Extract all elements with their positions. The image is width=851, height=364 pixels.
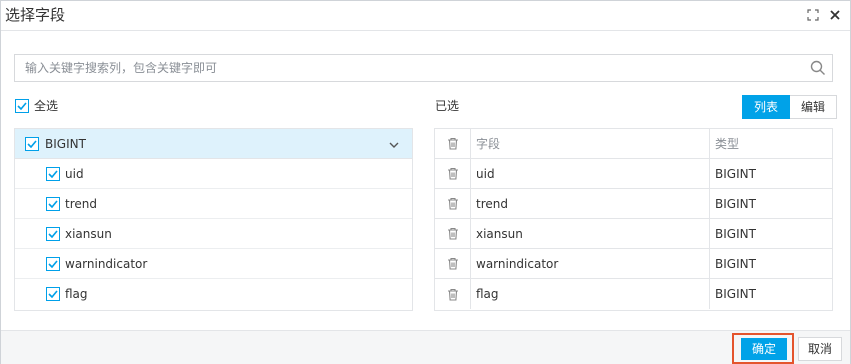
field-cell: xiansun [471,219,710,248]
trash-icon[interactable] [447,167,459,180]
header-actions [806,8,842,22]
chevron-down-icon[interactable] [388,139,400,149]
delete-cell [435,249,471,278]
type-cell: BIGINT [715,256,756,271]
column-header-field: 字段 [471,129,710,158]
confirm-button[interactable]: 确定 [741,338,787,360]
field-row[interactable]: xiansun [15,219,412,249]
group-label: BIGINT [45,136,86,151]
view-toggle: 列表 编辑 [742,95,838,119]
type-cell: BIGINT [715,196,756,211]
dialog-header: 选择字段 [1,1,850,31]
check-icon [48,169,58,178]
trash-icon[interactable] [447,288,459,301]
table-row: flag BIGINT [435,279,832,309]
field-label: xiansun [65,226,112,241]
field-checkbox[interactable] [46,256,60,271]
close-icon[interactable] [828,8,842,22]
select-all-checkbox[interactable] [15,98,29,113]
selected-fields-table: 字段 类型 uid BIGINT trend BIGINT xiansun BI… [434,128,833,311]
check-icon [17,101,27,110]
field-checkbox[interactable] [46,166,60,181]
search-box [14,54,833,82]
field-cell: trend [471,189,710,218]
delete-cell [435,159,471,188]
type-cell: BIGINT [715,166,756,181]
trash-icon[interactable] [447,227,459,240]
column-header-type: 类型 [715,137,740,151]
field-cell: flag [471,279,710,309]
table-row: xiansun BIGINT [435,219,832,249]
field-checkbox[interactable] [46,196,60,211]
table-row: uid BIGINT [435,159,832,189]
delete-cell [435,219,471,248]
select-all[interactable]: 全选 [15,97,58,114]
field-checkbox[interactable] [46,287,60,301]
field-row[interactable]: uid [15,159,412,189]
type-cell: BIGINT [715,287,756,301]
table-header: 字段 类型 [435,129,832,159]
delete-cell [435,189,471,218]
check-icon [48,290,58,298]
field-label: uid [65,166,84,181]
edit-view-button[interactable]: 编辑 [790,95,838,119]
trash-icon[interactable] [447,197,459,210]
trash-icon[interactable] [447,137,459,150]
field-label: flag [65,287,88,301]
check-icon [27,139,37,148]
trash-icon[interactable] [447,257,459,270]
check-icon [48,229,58,238]
field-checkbox[interactable] [46,226,60,241]
field-label: trend [65,196,97,211]
table-row: trend BIGINT [435,189,832,219]
group-checkbox[interactable] [25,136,39,151]
list-view-button[interactable]: 列表 [742,95,791,119]
select-fields-dialog: 选择字段 全选 [0,0,851,364]
field-row[interactable]: warnindicator [15,249,412,279]
group-row-bigint[interactable]: BIGINT [15,129,412,159]
cancel-button[interactable]: 取消 [798,337,842,361]
dialog-title: 选择字段 [5,6,66,24]
dialog-footer [1,330,850,364]
search-icon[interactable] [810,60,826,76]
delete-cell [435,279,471,309]
select-all-label: 全选 [34,99,59,113]
table-row: warnindicator BIGINT [435,249,832,279]
trash-all-cell [435,129,471,158]
expand-icon[interactable] [806,8,820,22]
field-label: warnindicator [65,256,148,271]
field-row[interactable]: trend [15,189,412,219]
search-input[interactable] [15,55,805,81]
check-icon [48,259,58,268]
field-row[interactable]: flag [15,279,412,309]
selected-label: 已选 [435,99,460,113]
field-cell: uid [471,159,710,188]
check-icon [48,199,58,208]
type-cell: BIGINT [715,226,756,241]
field-cell: warnindicator [471,249,710,278]
field-tree: BIGINT uid trend xiansun warnindicator f… [14,128,413,311]
